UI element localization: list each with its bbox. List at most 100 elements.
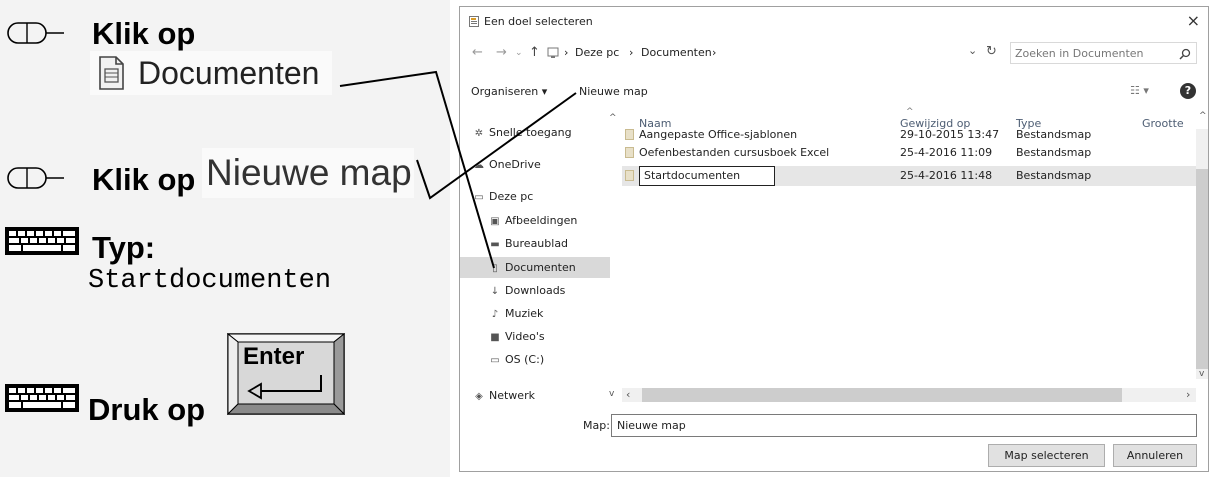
nav-label: Downloads: [505, 284, 566, 297]
cancel-button[interactable]: Annuleren: [1113, 444, 1197, 467]
address-separator: ›: [629, 46, 634, 59]
nav-item-documents[interactable]: ▯ Documenten: [489, 261, 576, 274]
nav-item-this-pc[interactable]: ▭ Deze pc: [473, 190, 533, 203]
recent-chevron-icon[interactable]: ⌄: [515, 48, 523, 58]
nav-item-pictures[interactable]: ▣ Afbeeldingen: [489, 214, 577, 227]
folder-icon: [625, 129, 634, 140]
download-icon: ↓: [490, 286, 500, 297]
nav-item-videos[interactable]: ■ Video's: [489, 330, 545, 343]
step3-text: Typ:: [92, 230, 156, 265]
address-separator: ›: [712, 46, 717, 59]
scroll-left-icon[interactable]: ‹: [626, 388, 630, 401]
address-dropdown-icon[interactable]: ⌄: [968, 44, 977, 57]
documenten-button-image: Documenten: [90, 51, 332, 95]
address-bar[interactable]: › Deze pc › Documenten › ⌄ ↻: [545, 42, 1001, 64]
address-segment-documenten[interactable]: Documenten: [641, 46, 712, 59]
step2-text: Klik op: [92, 162, 196, 197]
select-folder-dialog: Een doel selecteren × ← → ⌄ ↑ › Deze pc …: [459, 6, 1209, 472]
table-row[interactable]: Aangepaste Office-sjablonen 29-10-2015 1…: [622, 129, 1196, 143]
video-icon: ■: [490, 332, 500, 343]
nav-label: Video's: [505, 330, 545, 343]
pictures-icon: ▣: [490, 216, 500, 227]
folder-icon: [625, 170, 634, 181]
nav-item-downloads[interactable]: ↓ Downloads: [489, 284, 566, 297]
table-row[interactable]: Startdocumenten 25-4-2016 11:48 Bestands…: [622, 166, 1196, 186]
select-folder-button[interactable]: Map selecteren: [988, 444, 1105, 467]
view-options-icon[interactable]: ☷ ▾: [1130, 84, 1149, 97]
scroll-up-icon[interactable]: ^: [1199, 111, 1207, 121]
row-date: 25-4-2016 11:48: [900, 169, 993, 182]
nav-item-desktop[interactable]: ▬ Bureaublad: [489, 237, 568, 250]
desktop-icon: ▬: [490, 239, 500, 250]
folder-name-value: Nieuwe map: [617, 419, 686, 432]
horizontal-scrollbar[interactable]: ‹ ›: [622, 388, 1196, 402]
organize-menu[interactable]: Organiseren ▾: [471, 85, 547, 98]
row-date: 25-4-2016 11:09: [900, 146, 993, 159]
vertical-scrollbar[interactable]: [1196, 129, 1208, 379]
music-icon: ♪: [491, 309, 499, 320]
nav-label: Documenten: [505, 261, 576, 274]
rename-input[interactable]: Startdocumenten: [639, 166, 775, 186]
nav-label: Deze pc: [489, 190, 534, 203]
help-icon[interactable]: ?: [1180, 83, 1196, 99]
row-name: Oefenbestanden cursusboek Excel: [639, 146, 830, 159]
table-row[interactable]: Oefenbestanden cursusboek Excel 25-4-201…: [622, 143, 1196, 163]
title-bar: Een doel selecteren ×: [460, 7, 1208, 35]
command-bar: Organiseren ▾ Nieuwe map ☷ ▾ ?: [460, 81, 1208, 103]
nav-item-quick-access[interactable]: ✲ Snelle toegang: [473, 126, 572, 139]
file-list: ^ Naam Gewijzigd op Type Grootte Aangepa…: [622, 107, 1196, 387]
nav-label: Bureaublad: [505, 237, 569, 250]
rename-input-value: Startdocumenten: [644, 169, 741, 182]
up-arrow-icon[interactable]: ↑: [529, 45, 540, 60]
refresh-icon[interactable]: ↻: [986, 44, 997, 59]
documenten-label: Documenten: [138, 54, 320, 91]
drive-icon: ▭: [490, 355, 500, 366]
mouse-icon: [7, 167, 64, 189]
instruction-panel: Klik op Documenten Klik op Nieuwe map Ty…: [0, 0, 450, 477]
nav-scroll-down-icon[interactable]: v: [609, 389, 614, 399]
close-button[interactable]: ×: [1187, 11, 1200, 30]
document-icon: [99, 56, 124, 90]
nav-item-onedrive[interactable]: ☁ OneDrive: [473, 158, 541, 171]
nav-item-network[interactable]: ◈ Netwerk: [473, 389, 535, 402]
new-folder-button[interactable]: Nieuwe map: [579, 85, 648, 98]
nav-item-music[interactable]: ♪ Muziek: [489, 307, 544, 320]
search-placeholder: Zoeken in Documenten: [1015, 47, 1144, 60]
enter-key: Enter: [227, 333, 345, 415]
address-separator: ›: [564, 46, 569, 59]
nav-label: OneDrive: [489, 158, 541, 171]
vertical-scroll-thumb[interactable]: [1196, 169, 1208, 369]
back-arrow-icon[interactable]: ←: [472, 45, 483, 60]
star-icon: ✲: [474, 128, 484, 139]
folder-icon: [625, 147, 634, 158]
nav-label: Netwerk: [489, 389, 535, 402]
forward-arrow-icon[interactable]: →: [496, 45, 507, 60]
address-segment-deze-pc[interactable]: Deze pc: [575, 46, 619, 59]
horizontal-scroll-thumb[interactable]: [642, 388, 1122, 402]
pc-icon: [547, 47, 559, 58]
nav-label: Snelle toegang: [489, 126, 572, 139]
nav-label: Muziek: [505, 307, 544, 320]
row-type: Bestandsmap: [1016, 146, 1092, 159]
sort-indicator-icon: ^: [906, 107, 914, 117]
nieuwe-map-button-image: Nieuwe map: [202, 148, 414, 198]
typed-text: Startdocumenten: [88, 266, 332, 296]
nav-label: Afbeeldingen: [505, 214, 578, 227]
nav-item-os-c[interactable]: ▭ OS (C:): [489, 353, 544, 366]
nieuwe-map-label: Nieuwe map: [206, 152, 412, 193]
search-icon: [1179, 48, 1191, 60]
search-box[interactable]: Zoeken in Documenten: [1010, 42, 1197, 64]
nav-scroll-up-icon[interactable]: ^: [609, 113, 617, 123]
cloud-icon: ☁: [474, 160, 484, 171]
step4-text: Druk op: [88, 392, 206, 427]
row-type: Bestandsmap: [1016, 169, 1092, 182]
step1-text: Klik op: [92, 16, 196, 51]
folder-icon: [469, 16, 479, 27]
address-row: ← → ⌄ ↑ › Deze pc › Documenten › ⌄ ↻ Zoe…: [460, 41, 1208, 65]
folder-name-label: Map:: [583, 419, 610, 432]
row-type: Bestandsmap: [1016, 129, 1092, 141]
folder-name-input[interactable]: Nieuwe map: [611, 414, 1197, 437]
scroll-right-icon[interactable]: ›: [1186, 388, 1190, 401]
mouse-icon: [7, 22, 64, 44]
scroll-down-icon[interactable]: v: [1199, 369, 1204, 379]
